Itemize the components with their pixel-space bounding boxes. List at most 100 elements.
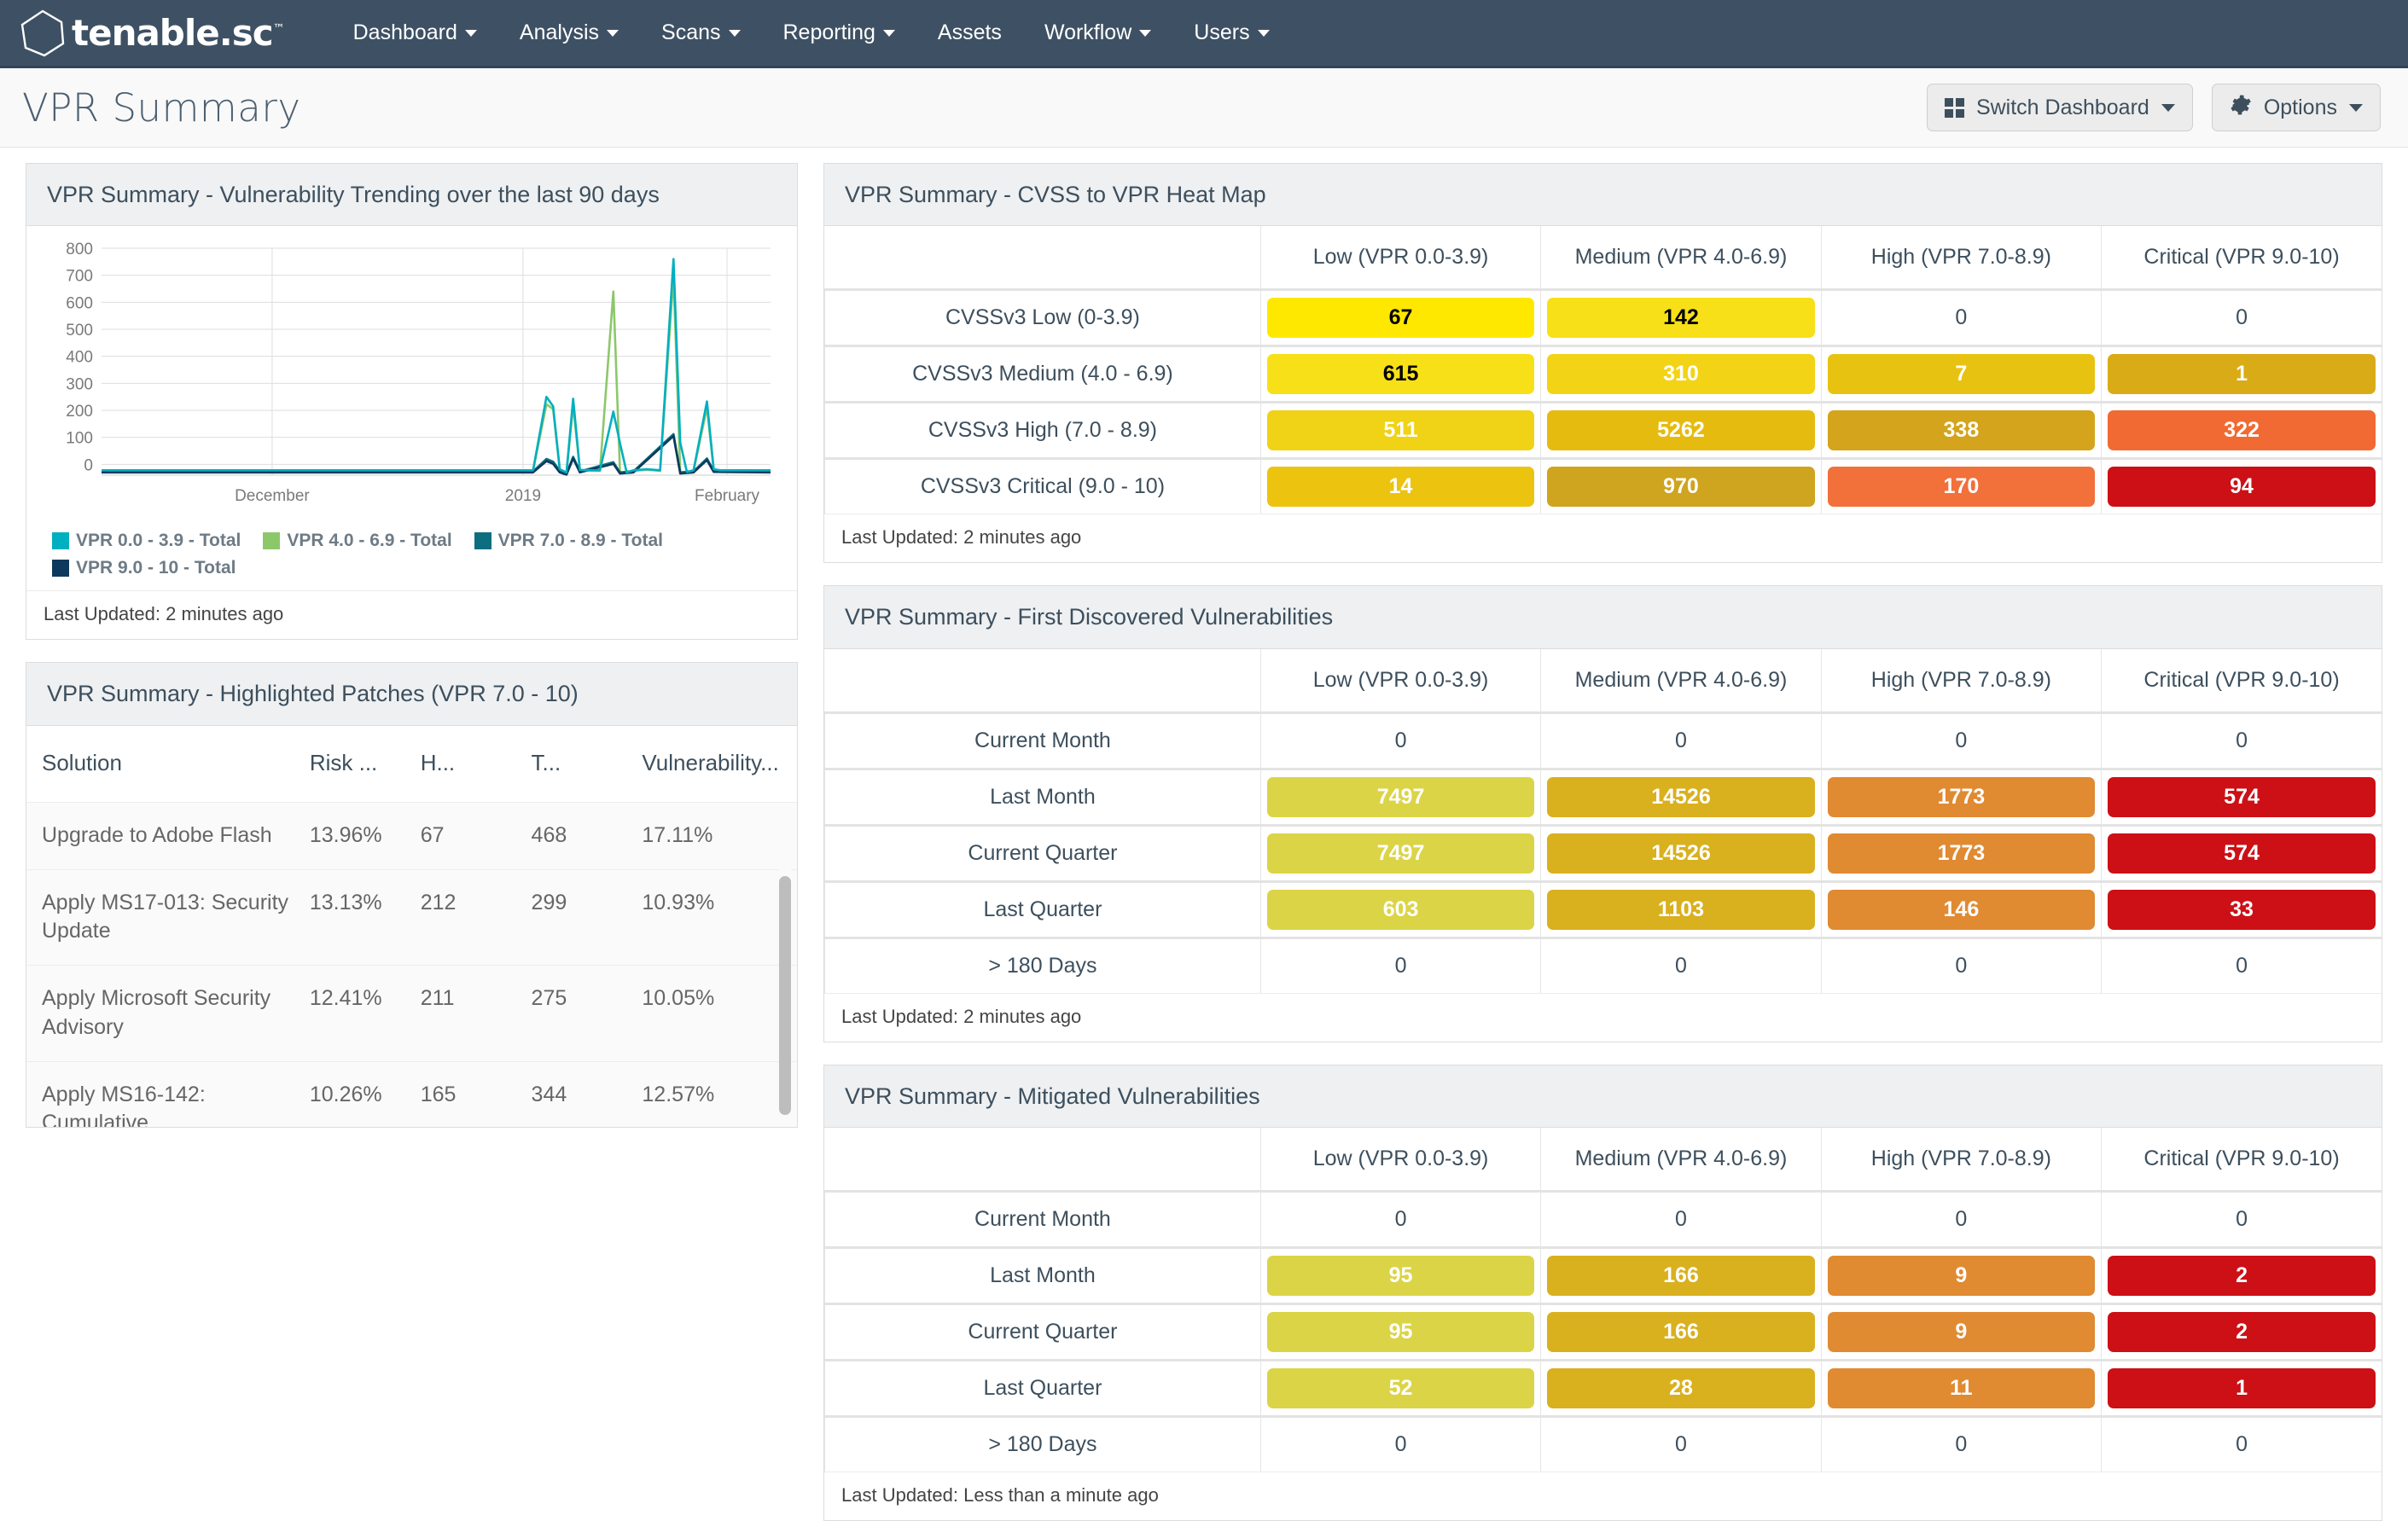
heat-map-column-header[interactable]: Critical (VPR 9.0-10): [2101, 226, 2382, 292]
first-discovered-value: 0: [1955, 728, 1968, 752]
mitigated-cell[interactable]: 52: [1259, 1360, 1541, 1419]
heat-map-cell[interactable]: 615: [1259, 345, 1541, 404]
options-button[interactable]: Options: [2211, 84, 2381, 131]
heat-map-cell[interactable]: 322: [2101, 402, 2382, 461]
heat-map-cell[interactable]: 142: [1540, 289, 1822, 348]
mitigated-cell: 0: [1259, 1191, 1541, 1250]
first-discovered-column-header[interactable]: Low (VPR 0.0-3.9): [1259, 648, 1541, 714]
mitigated-cell[interactable]: 28: [1540, 1360, 1822, 1419]
first-discovered-cell[interactable]: 574: [2101, 769, 2382, 827]
nav-item-assets[interactable]: Assets: [916, 20, 1023, 45]
heat-map-cell[interactable]: 14: [1259, 458, 1541, 514]
mitigated-cell[interactable]: 95: [1259, 1247, 1541, 1306]
mitigated-column-header[interactable]: Medium (VPR 4.0-6.9): [1540, 1128, 1822, 1193]
mitigated-vulnerabilities-panel: VPR Summary - Mitigated Vulnerabilities …: [823, 1064, 2382, 1521]
highlighted-patches-table: Solution Risk ... H... T... Vulnerability...…: [26, 726, 797, 1127]
mitigated-value: 166: [1547, 1312, 1815, 1353]
legend-item[interactable]: VPR 9.0 - 10 - Total: [52, 558, 236, 578]
dashboard-board: VPR Summary - Vulnerability Trending ove…: [0, 148, 2408, 1521]
first-discovered-cell[interactable]: 1773: [1820, 825, 2102, 883]
first-discovered-cell: 0: [1540, 712, 1822, 770]
nav-item-scans[interactable]: Scans: [640, 20, 761, 45]
heat-map-column-header[interactable]: Low (VPR 0.0-3.9): [1259, 226, 1541, 292]
first-discovered-cell[interactable]: 7497: [1259, 825, 1541, 883]
patches-cell-risk: 12.41%: [294, 965, 405, 1062]
mitigated-cell[interactable]: 2: [2101, 1303, 2382, 1362]
table-row[interactable]: Apply MS17-013: Security Update 13.13% 212…: [26, 868, 797, 966]
heat-map-cell[interactable]: 7: [1820, 345, 2102, 404]
switch-dashboard-button[interactable]: Switch Dashboard: [1926, 84, 2193, 131]
nav-item-analysis[interactable]: Analysis: [498, 20, 640, 45]
mitigated-column-header[interactable]: [824, 1128, 1261, 1193]
brand-logo[interactable]: tenable.sc™: [19, 8, 285, 59]
patches-column-header[interactable]: H...: [405, 726, 516, 803]
trending-chart[interactable]: 0 100 200 300 400 500 600 700 800 December 2019 Feb…: [26, 226, 797, 527]
mitigated-cell[interactable]: 11: [1820, 1360, 2102, 1419]
scrollbar-thumb[interactable]: [779, 875, 791, 1115]
table-row[interactable]: Apply Microsoft Security Advisory 12.41% 2…: [26, 965, 797, 1062]
heat-map-cell: 0: [1820, 289, 2102, 348]
nav-item-workflow[interactable]: Workflow: [1023, 20, 1172, 45]
mitigated-value: 52: [1266, 1368, 1535, 1409]
table-row[interactable]: Upgrade to Adobe Flash 13.96% 67 468 17.11%: [26, 801, 797, 870]
first-discovered-cell[interactable]: 14526: [1540, 825, 1822, 883]
first-discovered-cell[interactable]: 1773: [1820, 769, 2102, 827]
vulnerability-trending-panel: VPR Summary - Vulnerability Trending ove…: [26, 163, 798, 641]
heat-map-cell[interactable]: 1: [2101, 345, 2382, 404]
nav-item-users[interactable]: Users: [1172, 20, 1290, 45]
first-discovered-cell[interactable]: 1103: [1540, 881, 1822, 939]
first-discovered-column-header[interactable]: [824, 648, 1261, 714]
mitigated-value: 166: [1547, 1256, 1815, 1297]
patches-cell-h: 212: [404, 868, 516, 966]
mitigated-cell[interactable]: 166: [1540, 1303, 1822, 1362]
heat-map-cell[interactable]: 970: [1540, 458, 1822, 514]
heat-map-cell[interactable]: 94: [2101, 458, 2382, 514]
first-discovered-column-header[interactable]: High (VPR 7.0-8.9): [1820, 648, 2102, 714]
patches-column-header[interactable]: T...: [516, 726, 627, 803]
first-discovered-cell[interactable]: 33: [2101, 881, 2382, 939]
legend-item[interactable]: VPR 4.0 - 6.9 - Total: [263, 531, 452, 551]
nav-item-reporting[interactable]: Reporting: [762, 20, 916, 45]
first-discovered-cell[interactable]: 574: [2101, 825, 2382, 883]
first-discovered-column-header[interactable]: Critical (VPR 9.0-10): [2101, 648, 2382, 714]
mitigated-cell[interactable]: 95: [1259, 1303, 1541, 1362]
heat-map-cell[interactable]: 310: [1540, 345, 1822, 404]
mitigated-column-header[interactable]: High (VPR 7.0-8.9): [1820, 1128, 2102, 1193]
nav-item-dashboard[interactable]: Dashboard: [332, 20, 498, 45]
first-discovered-column-header[interactable]: Medium (VPR 4.0-6.9): [1540, 648, 1822, 714]
patches-cell-t: 275: [515, 965, 627, 1062]
first-discovered-cell[interactable]: 14526: [1540, 769, 1822, 827]
legend-swatch: [263, 532, 281, 550]
mitigated-cell[interactable]: 166: [1540, 1247, 1822, 1306]
legend-item[interactable]: VPR 7.0 - 8.9 - Total: [474, 531, 663, 551]
mitigated-row-label: > 180 Days: [824, 1416, 1261, 1472]
first-discovered-cell[interactable]: 7497: [1259, 769, 1541, 827]
heat-map-cell[interactable]: 511: [1259, 402, 1541, 461]
vulnerability-trending-title: VPR Summary - Vulnerability Trending ove…: [26, 164, 797, 227]
mitigated-column-header[interactable]: Low (VPR 0.0-3.9): [1259, 1128, 1541, 1193]
heat-map-column-header[interactable]: [824, 226, 1261, 292]
heat-map-cell[interactable]: 338: [1820, 402, 2102, 461]
heat-map-cell[interactable]: 5262: [1540, 402, 1822, 461]
heat-map-cell[interactable]: 170: [1820, 458, 2102, 514]
heat-map-column-header[interactable]: Medium (VPR 4.0-6.9): [1540, 226, 1822, 292]
legend-swatch: [474, 532, 491, 550]
heat-map-cell[interactable]: 67: [1259, 289, 1541, 348]
page-title: VPR Summary: [22, 84, 301, 131]
first-discovered-cell[interactable]: 603: [1259, 881, 1541, 939]
mitigated-cell[interactable]: 2: [2101, 1247, 2382, 1306]
mitigated-cell[interactable]: 9: [1820, 1303, 2102, 1362]
heat-map-column-header[interactable]: High (VPR 7.0-8.9): [1820, 226, 2102, 292]
first-discovered-value: 0: [1675, 953, 1687, 978]
table-row[interactable]: Apply MS16-142: Cumulative 10.26% 165 344 12…: [26, 1060, 797, 1127]
highlighted-patches-scroll-area[interactable]: Solution Risk ... H... T... Vulnerability...…: [26, 726, 797, 1127]
mitigated-cell[interactable]: 9: [1820, 1247, 2102, 1306]
patches-column-header[interactable]: Risk ...: [294, 726, 405, 803]
patches-column-header[interactable]: Vulnerability...: [626, 726, 797, 803]
first-discovered-cell[interactable]: 146: [1820, 881, 2102, 939]
patches-column-header[interactable]: Solution: [26, 726, 294, 803]
mitigated-column-header[interactable]: Critical (VPR 9.0-10): [2101, 1128, 2382, 1193]
cvss-to-vpr-heat-map-table-wrap: Low (VPR 0.0-3.9) Medium (VPR 4.0-6.9) Hig…: [824, 226, 2382, 514]
mitigated-cell[interactable]: 1: [2101, 1360, 2382, 1419]
legend-item[interactable]: VPR 0.0 - 3.9 - Total: [52, 531, 241, 551]
